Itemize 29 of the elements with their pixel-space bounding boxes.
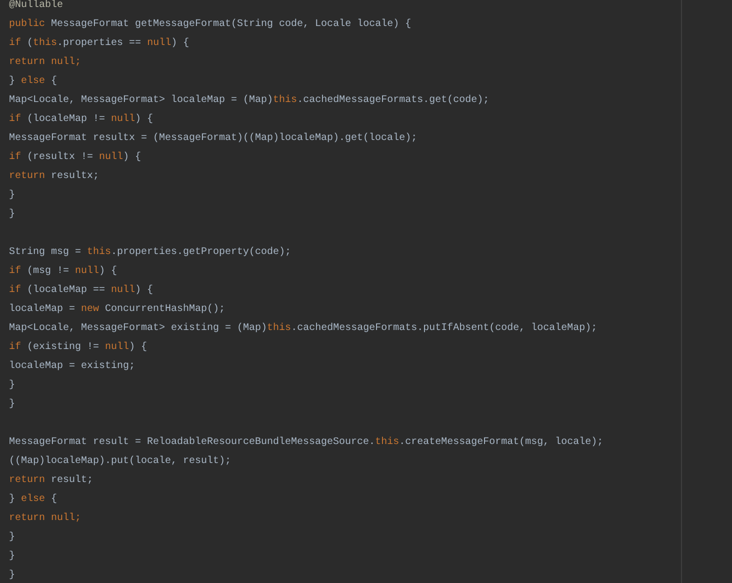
code-line: Map<Locale, MessageFormat> existing = (Map)this.cachedMessageFormats.putIfAbsent(code, localeMap); — [9, 323, 598, 334]
code-line: if (localeMap != null) { — [9, 114, 154, 125]
code-line: } else { — [9, 494, 58, 505]
code-line: return result; — [9, 475, 94, 486]
code-line: if (localeMap == null) { — [9, 285, 154, 296]
code-line: } — [9, 209, 16, 220]
code-line: String msg = this.properties.getProperty(code); — [9, 247, 292, 258]
code-line: if (existing != null) { — [9, 342, 148, 353]
code-line: if (resultx != null) { — [9, 152, 142, 163]
code-line: } — [9, 190, 16, 201]
code-line: ((Map)localeMap).put(locale, result); — [9, 456, 232, 467]
code-line: Map<Locale, MessageFormat> localeMap = (Map)this.cachedMessageFormats.get(code); — [9, 95, 490, 106]
code-line: } — [9, 532, 16, 543]
code-line: } — [9, 570, 16, 581]
code-line: return null; — [9, 57, 82, 68]
code-line: } — [9, 399, 16, 410]
code-line: MessageFormat resultx = (MessageFormat)((Map)localeMap).get(locale); — [9, 133, 418, 144]
code-line: public MessageFormat getMessageFormat(String code, Locale locale) { — [9, 19, 412, 30]
code-line: } — [9, 380, 16, 391]
code-line: MessageFormat result = ReloadableResourceBundleMessageSource.this.createMessageFormat(msg, locale); — [9, 437, 604, 448]
code-line: if (msg != null) { — [9, 266, 118, 277]
code-line: return resultx; — [9, 171, 100, 182]
code-line: } — [9, 551, 16, 562]
code-line: localeMap = existing; — [9, 361, 136, 372]
code-line: if (this.properties == null) { — [9, 38, 190, 49]
code-line: } else { — [9, 76, 58, 87]
code-line: localeMap = new ConcurrentHashMap(); — [9, 304, 226, 315]
code-line: return null; — [9, 513, 82, 524]
code-line: @Nullable — [9, 0, 64, 11]
